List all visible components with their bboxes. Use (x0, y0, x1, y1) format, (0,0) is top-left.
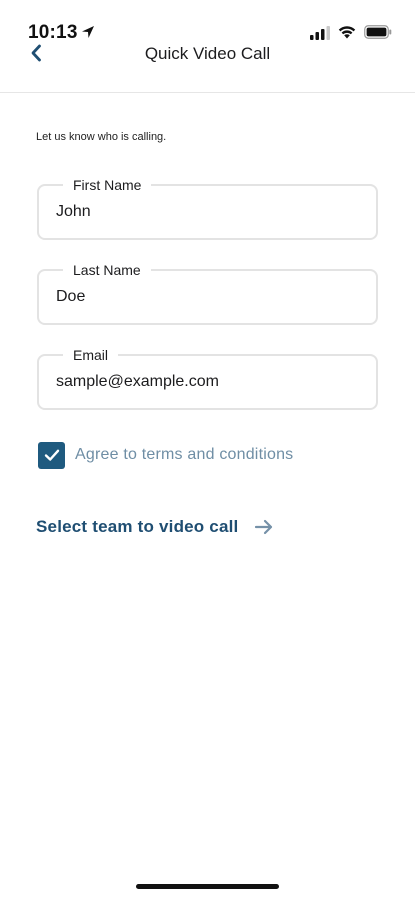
intro-text: Let us know who is calling. (36, 131, 167, 143)
status-bar: 10:13 (0, 0, 415, 43)
terms-row: Agree to terms and conditions (38, 440, 293, 470)
last-name-input[interactable] (56, 285, 356, 309)
first-name-field: First Name (37, 176, 378, 240)
first-name-label: First Name (63, 176, 152, 194)
select-team-label: Select team to video call (36, 517, 239, 536)
quick-video-call-screen: 10:13 Quick Video Call Let us know who i… (0, 0, 415, 900)
battery-icon (364, 25, 392, 39)
cellular-signal-icon (310, 26, 330, 40)
email-label: Email (63, 346, 119, 364)
location-arrow-icon (82, 26, 94, 38)
last-name-field: Last Name (37, 261, 378, 325)
terms-label[interactable]: Agree to terms and conditions (75, 446, 293, 464)
terms-checkbox[interactable] (38, 441, 65, 469)
last-name-label: Last Name (63, 261, 151, 279)
email-field: Email (37, 346, 378, 410)
nav-header: Quick Video Call (0, 40, 415, 93)
wifi-icon (338, 26, 356, 39)
arrow-right-icon (255, 519, 273, 535)
page-title: Quick Video Call (144, 44, 271, 63)
email-input[interactable] (56, 370, 356, 394)
first-name-input[interactable] (56, 200, 356, 224)
home-indicator (136, 884, 279, 889)
checkmark-icon (44, 449, 59, 461)
select-team-button[interactable]: Select team to video call (36, 517, 274, 537)
